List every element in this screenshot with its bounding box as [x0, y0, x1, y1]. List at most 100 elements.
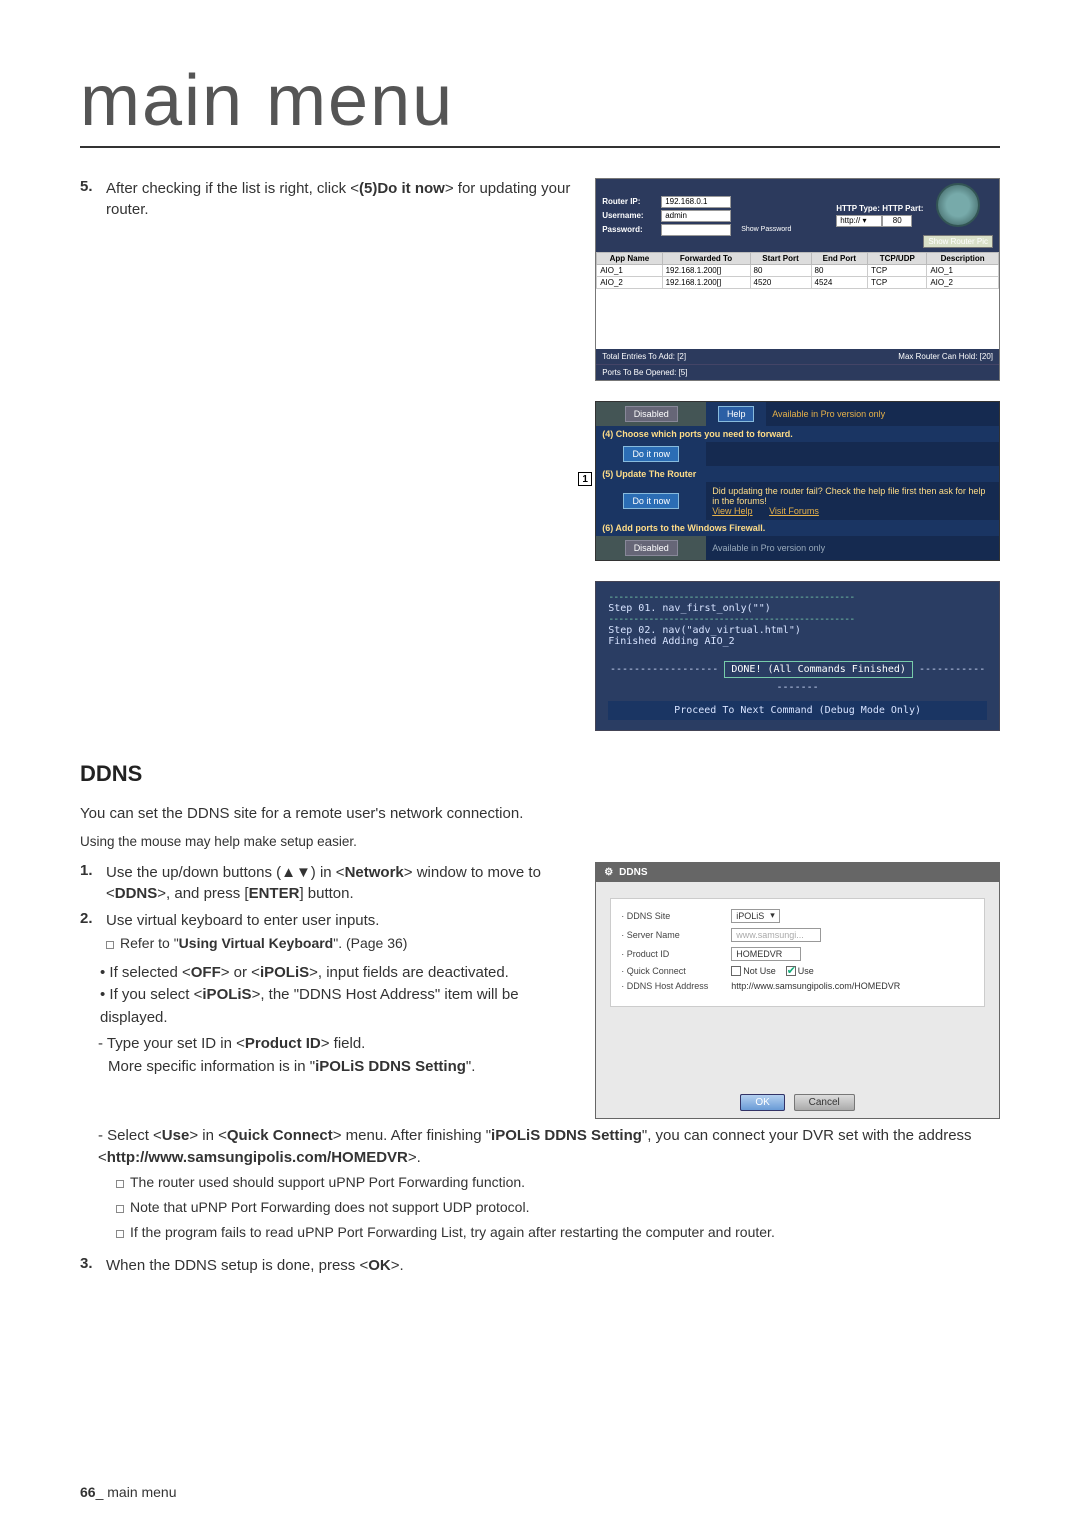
router-screenshot: Router IP:192.168.0.1 Username:admin Pas… — [595, 178, 1000, 381]
wizard-row6-text: Available in Pro version only — [712, 543, 993, 553]
product-id-input[interactable]: HOMEDVR — [731, 947, 801, 961]
server-name-input[interactable]: www.samsungi... — [731, 928, 821, 942]
t: Type your set ID in < — [107, 1035, 245, 1052]
show-router-pic-button[interactable]: Show Router Pic — [923, 235, 993, 248]
wizard-heading-4: (4) Choose which ports you need to forwa… — [596, 426, 999, 442]
console-proceed-button[interactable]: Proceed To Next Command (Debug Mode Only… — [608, 701, 987, 720]
ddns-mouse-note: Using the mouse may help make setup easi… — [80, 832, 1000, 852]
router-user-input[interactable]: admin — [661, 210, 731, 222]
ddns-cancel-button[interactable]: Cancel — [794, 1094, 855, 1111]
t: iPOLiS DDNS Setting — [491, 1127, 642, 1144]
console-line-3: Finished Adding AIO_2 — [608, 636, 987, 647]
t: Note that uPNP Port Forwarding does not … — [130, 1199, 529, 1215]
footer-ports-opened: Ports To Be Opened: [5] — [602, 368, 687, 377]
wizard-heading-5: (5) Update The Router — [596, 466, 999, 482]
t: Select < — [107, 1127, 162, 1144]
ddns-heading: DDNS — [80, 761, 1000, 787]
footer-label: _ main menu — [96, 1484, 177, 1500]
step-number-1: 1. — [80, 862, 106, 904]
table-cell: 80 — [811, 265, 868, 277]
ddns-box-title: DDNS — [619, 867, 647, 878]
console-done: DONE! (All Commands Finished) — [724, 661, 913, 678]
table-cell: 4520 — [750, 277, 811, 289]
square-bullet-icon — [116, 1180, 124, 1188]
t: If selected < — [109, 964, 190, 981]
wizard-view-help-link[interactable]: View Help — [712, 506, 752, 516]
page-footer: 66_ main menu — [80, 1484, 177, 1500]
t: Use the up/down buttons (▲▼) in < — [106, 864, 345, 881]
text-bold: (5)Do it now — [359, 180, 445, 197]
router-picture-icon — [936, 183, 980, 227]
wizard-disabled-6[interactable]: Disabled — [625, 540, 678, 556]
use-label: Use — [798, 966, 814, 976]
step-1-text: Use the up/down buttons (▲▼) in <Network… — [106, 862, 575, 904]
note-upnp-support: The router used should support uPNP Port… — [116, 1170, 1000, 1195]
ddns-ok-button[interactable]: OK — [740, 1094, 784, 1111]
t: Network — [345, 864, 404, 881]
t: The router used should support uPNP Port… — [130, 1174, 525, 1190]
table-header: Start Port — [750, 253, 811, 265]
note-restart: If the program fails to read uPNP Port F… — [116, 1220, 1000, 1245]
ddns-intro: You can set the DDNS site for a remote u… — [80, 803, 1000, 826]
t: ". (Page 36) — [333, 935, 407, 951]
bullet-ipolis-hostaddr: If you select <iPOLiS>, the "DDNS Host A… — [100, 984, 575, 1029]
t: > menu. After finishing " — [333, 1127, 491, 1144]
t: If the program fails to read uPNP Port F… — [130, 1224, 775, 1240]
t: ] button. — [299, 885, 353, 902]
table-cell: 4524 — [811, 277, 868, 289]
host-address-value: http://www.samsungipolis.com/HOMEDVR — [731, 981, 900, 991]
t: Quick Connect — [227, 1127, 333, 1144]
router-ip-input[interactable]: 192.168.0.1 — [661, 196, 731, 208]
http-port-label: HTTP Part: — [882, 204, 923, 213]
console-line-2: Step 02. nav("adv_virtual.html") — [608, 625, 987, 636]
show-password-toggle[interactable]: Show Password — [741, 226, 791, 233]
wizard-do-it-now-5[interactable]: Do it now — [623, 493, 679, 509]
notuse-label: Not Use — [743, 966, 776, 976]
footer-max-hold: Max Router Can Hold: [20] — [898, 352, 993, 361]
table-header: Description — [927, 253, 999, 265]
t: ". — [466, 1058, 476, 1075]
wizard-help-button[interactable]: Help — [718, 406, 755, 422]
server-name-label: · Server Name — [621, 930, 731, 940]
ddns-site-label: · DDNS Site — [621, 911, 731, 921]
use-checkbox[interactable] — [786, 966, 796, 976]
notuse-checkbox[interactable] — [731, 966, 741, 976]
wizard-screenshot: Disabled Help Available in Pro version o… — [595, 401, 1000, 561]
wizard-heading-6: (6) Add ports to the Windows Firewall. — [596, 520, 999, 536]
table-cell: AIO_2 — [597, 277, 662, 289]
chevron-down-icon: ▾ — [770, 910, 775, 921]
http-port-input[interactable]: 80 — [882, 215, 912, 227]
t: iPOLiS — [736, 911, 764, 921]
product-id-label: · Product ID — [621, 949, 731, 959]
t: iPOLiS — [202, 986, 251, 1003]
router-pass-input[interactable] — [661, 224, 731, 236]
table-cell: 192.168.1.200[] — [662, 277, 750, 289]
wizard-visit-forums-link[interactable]: Visit Forums — [769, 506, 819, 516]
square-bullet-icon — [116, 1205, 124, 1213]
table-cell: 192.168.1.200[] — [662, 265, 750, 277]
table-header: Forwarded To — [662, 253, 750, 265]
http-type-select[interactable]: http:// ▾ — [836, 215, 882, 227]
step-3-text: When the DDNS setup is done, press <OK>. — [106, 1255, 404, 1276]
step-number-5: 5. — [80, 178, 106, 220]
t: iPOLiS — [260, 964, 309, 981]
wizard-do-it-now-4[interactable]: Do it now — [623, 446, 679, 462]
t: Use — [162, 1127, 190, 1144]
table-cell: AIO_2 — [927, 277, 999, 289]
t: > in < — [189, 1127, 227, 1144]
square-bullet-icon — [116, 1230, 124, 1238]
ddns-site-select[interactable]: iPOLiS ▾ — [731, 909, 780, 923]
table-row: AIO_1192.168.1.200[]8080TCPAIO_1 — [597, 265, 999, 277]
t: ENTER — [249, 885, 300, 902]
router-pass-label: Password: — [602, 225, 657, 234]
t: >, input fields are deactivated. — [309, 964, 509, 981]
router-user-label: Username: — [602, 211, 657, 220]
console-line-1: Step 01. nav_first_only("") — [608, 603, 987, 614]
table-cell: AIO_1 — [927, 265, 999, 277]
footer-total-entries: Total Entries To Add: [2] — [602, 352, 686, 361]
wizard-disabled-button[interactable]: Disabled — [625, 406, 678, 422]
dash-quick-connect: Select <Use> in <Quick Connect> menu. Af… — [98, 1125, 1000, 1170]
note-udp-protocol: Note that uPNP Port Forwarding does not … — [116, 1195, 1000, 1220]
t: When the DDNS setup is done, press < — [106, 1257, 368, 1274]
step-number-2: 2. — [80, 910, 106, 956]
